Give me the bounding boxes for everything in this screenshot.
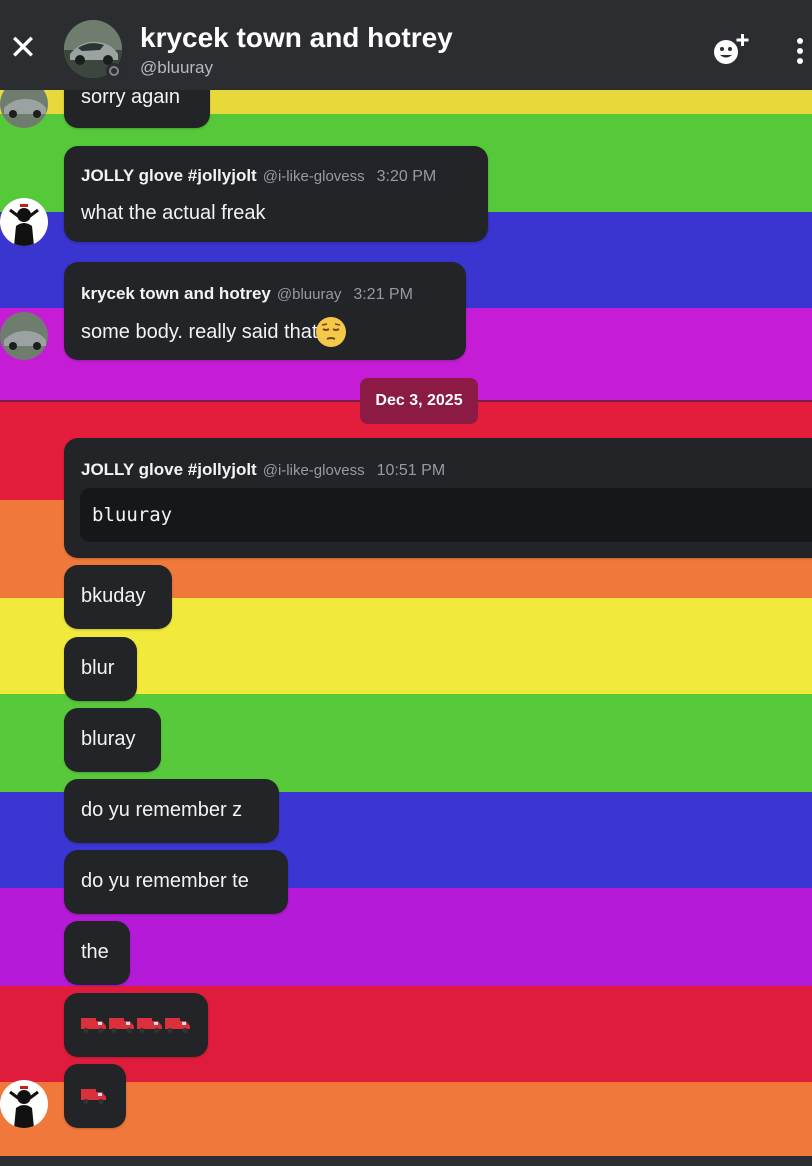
status-indicator xyxy=(106,63,122,79)
delivery-truck-icon xyxy=(81,1015,107,1040)
message-handle: @i-like-glovess xyxy=(262,168,365,185)
emoji-row xyxy=(81,1086,109,1111)
close-icon[interactable]: ✕ xyxy=(8,30,38,66)
message-text: bluray xyxy=(81,728,136,750)
delivery-truck-icon xyxy=(137,1015,163,1040)
user-avatar-jolly[interactable] xyxy=(0,198,48,246)
message-text: do yu remember z xyxy=(81,799,243,821)
message-bubble[interactable]: JOLLY glove #jollyjolt @i-like-glovess 3… xyxy=(64,146,488,242)
message-bubble[interactable]: the xyxy=(64,921,130,985)
message-text: blur xyxy=(81,657,115,679)
message-header: JOLLY glove #jollyjolt @i-like-glovess 3… xyxy=(81,166,436,186)
more-vertical-icon[interactable] xyxy=(792,36,808,66)
message-handle: @i-like-glovess xyxy=(262,462,365,479)
delivery-truck-icon xyxy=(109,1015,135,1040)
message-text: what the actual freak xyxy=(81,202,266,224)
message-author[interactable]: JOLLY glove #jollyjolt xyxy=(81,166,257,186)
user-avatar-jolly[interactable] xyxy=(0,1080,48,1128)
pensive-face-icon xyxy=(315,316,347,348)
chat-handle: @bluuray xyxy=(140,58,214,77)
add-member-icon[interactable] xyxy=(712,32,752,68)
message-bubble[interactable]: krycek town and hotrey @bluuray 3:21 PM … xyxy=(64,262,466,360)
date-divider: Dec 3, 2025 xyxy=(360,378,478,424)
delivery-truck-icon xyxy=(165,1015,191,1040)
message-header: krycek town and hotrey @bluuray 3:21 PM xyxy=(81,284,413,304)
delivery-truck-icon xyxy=(81,1086,107,1111)
message-bubble[interactable] xyxy=(64,1064,126,1128)
message-bubble[interactable]: bluray xyxy=(64,708,161,772)
user-avatar-krycek[interactable] xyxy=(0,312,48,360)
chat-header: ✕ krycek town and hotrey @bluuray xyxy=(0,0,812,90)
chat-title: krycek town and hotrey xyxy=(140,22,453,53)
message-bubble[interactable]: JOLLY glove #jollyjolt @i-like-glovess 1… xyxy=(64,438,812,558)
message-time: 3:21 PM xyxy=(353,286,413,303)
message-handle: @bluuray xyxy=(276,286,342,303)
message-text: some body. really said that xyxy=(81,320,318,343)
message-text: bkuday xyxy=(81,585,146,607)
message-bubble[interactable]: bkuday xyxy=(64,565,172,629)
message-bubble[interactable]: blur xyxy=(64,637,137,701)
message-bubble[interactable] xyxy=(64,993,208,1057)
message-text: do yu remember te xyxy=(81,870,249,892)
message-time: 10:51 PM xyxy=(376,462,446,479)
message-author[interactable]: JOLLY glove #jollyjolt xyxy=(81,460,257,480)
message-text: the xyxy=(81,941,109,963)
bottom-bar xyxy=(0,1156,812,1166)
message-time: 3:20 PM xyxy=(376,168,437,185)
message-header: JOLLY glove #jollyjolt @i-like-glovess 1… xyxy=(81,460,445,480)
message-author[interactable]: krycek town and hotrey xyxy=(81,284,271,304)
message-bubble[interactable]: do yu remember te xyxy=(64,850,288,914)
emoji-row xyxy=(81,1015,193,1040)
code-block[interactable]: bluuray xyxy=(80,488,812,542)
message-bubble[interactable]: do yu remember z xyxy=(64,779,279,843)
